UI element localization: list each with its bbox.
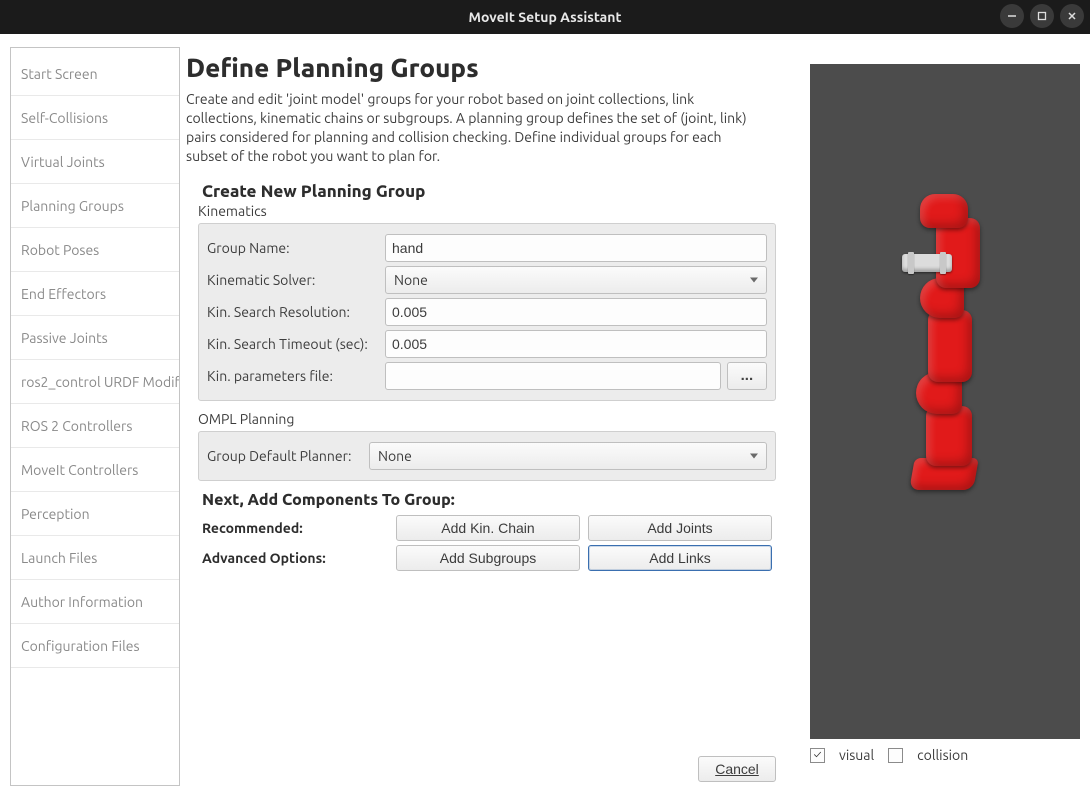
sidebar-item-planning-groups[interactable]: Planning Groups [11,184,179,228]
sidebar-item-virtual-joints[interactable]: Virtual Joints [11,140,179,184]
kinematics-label: Kinematics [198,203,776,219]
page-intro: Create and edit 'joint model' groups for… [186,90,766,166]
timeout-input[interactable] [385,330,767,358]
advanced-label: Advanced Options: [202,550,388,566]
add-kin-chain-button[interactable]: Add Kin. Chain [396,515,580,541]
sidebar-item-start-screen[interactable]: Start Screen [11,52,179,96]
minimize-button[interactable] [1000,4,1024,28]
params-file-label: Kin. parameters file: [207,368,379,384]
sidebar: Start Screen Self-Collisions Virtual Joi… [10,47,180,786]
components-heading: Next, Add Components To Group: [202,491,776,509]
kinematics-panel: Group Name: Kinematic Solver: None Kin. … [198,223,776,401]
page-title: Define Planning Groups [186,53,776,82]
add-joints-button[interactable]: Add Joints [588,515,772,541]
ompl-panel: Group Default Planner: None [198,431,776,481]
timeout-label: Kin. Search Timeout (sec): [207,336,379,352]
recommended-label: Recommended: [202,520,388,536]
close-button[interactable] [1060,4,1084,28]
sidebar-item-robot-poses[interactable]: Robot Poses [11,228,179,272]
cancel-button[interactable]: Cancel [698,756,776,782]
collision-checkbox[interactable] [888,748,903,763]
create-group-heading: Create New Planning Group [202,182,776,201]
group-name-label: Group Name: [207,240,379,256]
sidebar-item-ros2-control[interactable]: ros2_control URDF Modifications [11,360,179,404]
content-pane: Define Planning Groups Create and edit '… [186,47,776,786]
visual-checkbox[interactable] [810,748,825,763]
solver-select[interactable]: None [385,266,767,294]
resolution-input[interactable] [385,298,767,326]
sidebar-item-self-collisions[interactable]: Self-Collisions [11,96,179,140]
group-name-input[interactable] [385,234,767,262]
sidebar-item-author-info[interactable]: Author Information [11,580,179,624]
params-browse-button[interactable]: ... [727,362,767,390]
robot-3d-viewer[interactable] [810,64,1080,739]
params-file-input[interactable] [385,362,721,390]
planner-select[interactable]: None [369,442,767,470]
sidebar-item-launch-files[interactable]: Launch Files [11,536,179,580]
sidebar-item-passive-joints[interactable]: Passive Joints [11,316,179,360]
sidebar-item-perception[interactable]: Perception [11,492,179,536]
solver-label: Kinematic Solver: [207,272,379,288]
ompl-label: OMPL Planning [198,411,776,427]
sidebar-item-ros2-controllers[interactable]: ROS 2 Controllers [11,404,179,448]
visual-checkbox-label: visual [839,747,874,763]
sidebar-item-end-effectors[interactable]: End Effectors [11,272,179,316]
maximize-button[interactable] [1030,4,1054,28]
collision-checkbox-label: collision [917,747,968,763]
resolution-label: Kin. Search Resolution: [207,304,379,320]
planner-label: Group Default Planner: [207,448,363,464]
sidebar-item-config-files[interactable]: Configuration Files [11,624,179,668]
add-links-button[interactable]: Add Links [588,545,772,571]
gripper-icon [902,254,952,272]
sidebar-item-moveit-controllers[interactable]: MoveIt Controllers [11,448,179,492]
window-title: MoveIt Setup Assistant [0,9,1090,25]
add-subgroups-button[interactable]: Add Subgroups [396,545,580,571]
